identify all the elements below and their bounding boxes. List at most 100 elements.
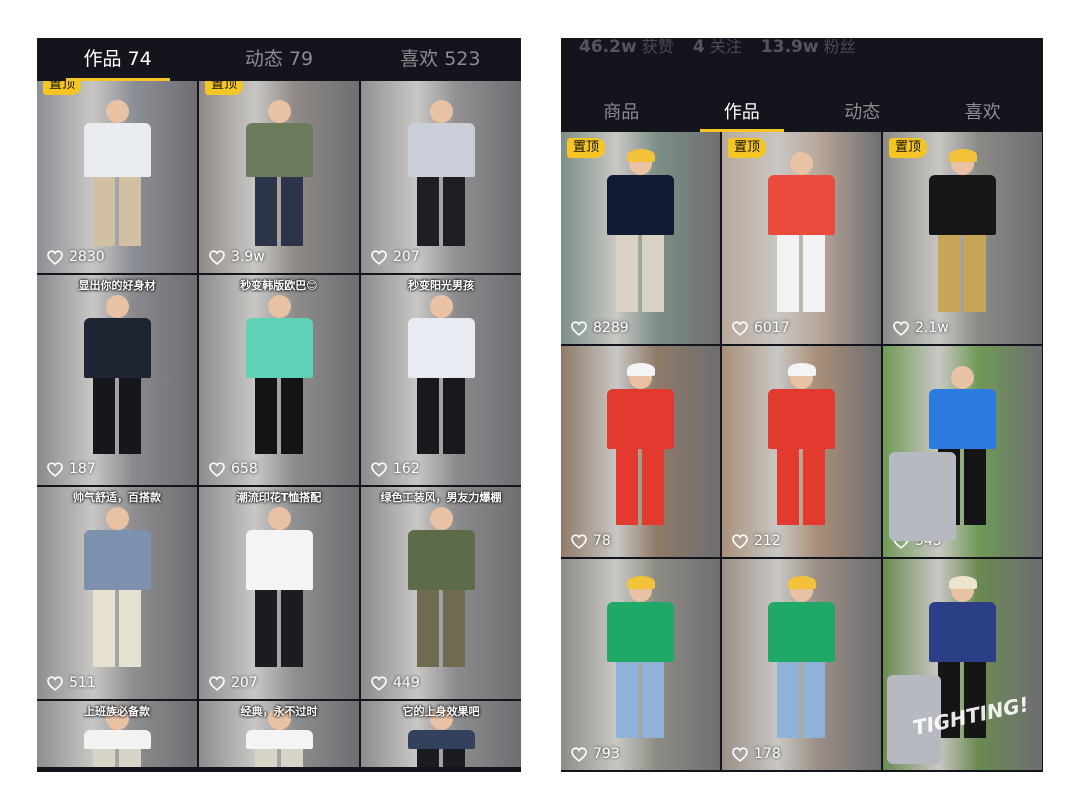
video-thumbnail[interactable]: 345 xyxy=(883,346,1042,557)
like-count: 2830 xyxy=(47,249,105,265)
like-count: 207 xyxy=(371,249,420,265)
person-figure xyxy=(245,288,313,469)
heart-icon xyxy=(371,249,387,265)
like-count: 207 xyxy=(209,675,258,691)
like-count-value: 511 xyxy=(69,675,96,691)
heart-icon xyxy=(209,249,225,265)
heart-icon xyxy=(571,746,587,762)
video-caption: 显出你的好身材 xyxy=(78,279,156,292)
video-thumbnail[interactable]: 秒变阳光男孩 162 xyxy=(361,275,521,485)
tab-activity[interactable]: 动态 xyxy=(802,95,923,132)
video-thumbnail[interactable]: 帅气舒适，百搭款 511 xyxy=(37,487,197,699)
heart-icon xyxy=(893,320,909,336)
like-count: 8289 xyxy=(571,320,629,336)
like-count: 449 xyxy=(371,675,420,691)
person-figure xyxy=(607,572,674,753)
right-tab-bar: 商品 作品 动态 喜欢 xyxy=(561,95,1043,132)
tab-likes[interactable]: 喜欢 xyxy=(923,95,1044,132)
stat-followers[interactable]: 13.9w 粉丝 xyxy=(761,38,856,56)
like-count-value: 187 xyxy=(69,461,96,477)
pinned-badge: 置顶 xyxy=(889,138,928,158)
video-thumbnail[interactable]: 置顶 8289 xyxy=(561,132,720,344)
video-thumbnail[interactable]: 207 xyxy=(361,81,521,273)
heart-icon xyxy=(371,461,387,477)
heart-icon xyxy=(47,675,63,691)
like-count-value: 6017 xyxy=(754,320,790,336)
like-count-value: 212 xyxy=(754,533,781,549)
video-thumbnail[interactable]: 置顶 6017 xyxy=(722,132,881,344)
heart-icon xyxy=(732,746,748,762)
video-thumbnail[interactable]: 置顶 2830 xyxy=(37,81,197,273)
like-count-value: 793 xyxy=(593,746,620,762)
heart-icon xyxy=(47,249,63,265)
like-count-value: 449 xyxy=(393,675,420,691)
tab-likes[interactable]: 喜欢 523 xyxy=(360,38,521,81)
like-count-value: 207 xyxy=(393,249,420,265)
video-thumbnail[interactable]: 秒变韩版欧巴😊 658 xyxy=(199,275,359,485)
person-figure xyxy=(245,93,313,258)
video-caption: 秒变阳光男孩 xyxy=(408,279,474,292)
video-thumbnail[interactable]: 绿色工装风，男友力爆棚 449 xyxy=(361,487,521,699)
like-count: 3.9w xyxy=(209,249,265,265)
person-figure xyxy=(83,93,151,258)
like-count: 511 xyxy=(47,675,96,691)
like-count-value: 8289 xyxy=(593,320,629,336)
video-thumbnail[interactable]: 潮流印花T恤搭配 207 xyxy=(199,487,359,699)
like-count: 793 xyxy=(571,746,620,762)
video-thumbnail[interactable]: 212 xyxy=(722,346,881,557)
like-count: 2.1w xyxy=(893,320,949,336)
video-caption: 经典，永不过时 xyxy=(240,705,318,718)
heart-icon xyxy=(209,461,225,477)
tab-works[interactable]: 作品 xyxy=(682,95,803,132)
video-thumbnail[interactable]: 上班族必备款 xyxy=(37,701,197,767)
right-profile-panel: 46.2w 获赞 4 关注 13.9w 粉丝 商品 作品 动态 喜欢 置顶 828… xyxy=(561,38,1043,772)
person-figure xyxy=(768,572,835,753)
video-thumbnail[interactable]: 置顶 2.1w xyxy=(883,132,1042,344)
like-count: 178 xyxy=(732,746,781,762)
person-figure xyxy=(83,288,151,469)
like-count-value: 162 xyxy=(393,461,420,477)
like-count-value: 178 xyxy=(754,746,781,762)
suitcase xyxy=(889,452,956,541)
person-figure xyxy=(407,500,475,682)
video-thumbnail[interactable]: 78 xyxy=(561,346,720,557)
like-count-value: 3.9w xyxy=(231,249,265,265)
person-figure xyxy=(929,145,996,327)
video-thumbnail[interactable]: 793 xyxy=(561,559,720,770)
heart-icon xyxy=(732,533,748,549)
heart-icon xyxy=(571,533,587,549)
video-thumbnail[interactable]: 经典，永不过时 xyxy=(199,701,359,767)
like-count-value: 207 xyxy=(231,675,258,691)
profile-stats: 46.2w 获赞 4 关注 13.9w 粉丝 xyxy=(579,38,870,58)
person-figure xyxy=(407,288,475,469)
left-profile-panel: 作品 74 动态 79 喜欢 523 置顶 2830 置顶 3.9w 207 显出你的好身… xyxy=(37,38,521,772)
video-thumbnail[interactable]: 显出你的好身材 187 xyxy=(37,275,197,485)
like-count: 162 xyxy=(371,461,420,477)
person-figure xyxy=(407,93,475,258)
heart-icon xyxy=(47,461,63,477)
tab-activity[interactable]: 动态 79 xyxy=(198,38,359,81)
person-figure xyxy=(83,500,151,682)
heart-icon xyxy=(371,675,387,691)
stat-following[interactable]: 4 关注 xyxy=(693,38,742,56)
tab-products[interactable]: 商品 xyxy=(561,95,682,132)
pinned-badge: 置顶 xyxy=(43,81,82,95)
tab-works[interactable]: 作品 74 xyxy=(37,38,198,81)
like-count-value: 658 xyxy=(231,461,258,477)
video-thumbnail[interactable]: 它的上身效果吧 xyxy=(361,701,521,767)
left-tab-bar: 作品 74 动态 79 喜欢 523 xyxy=(37,38,521,81)
video-thumbnail[interactable]: 置顶 3.9w xyxy=(199,81,359,273)
person-figure xyxy=(768,145,835,327)
video-caption: 帅气舒适，百搭款 xyxy=(73,491,161,504)
video-thumbnail[interactable]: 161TIGHTING! xyxy=(883,559,1042,770)
video-thumbnail[interactable]: 178 xyxy=(722,559,881,770)
video-caption: 绿色工装风，男友力爆棚 xyxy=(380,491,502,504)
like-count: 78 xyxy=(571,533,611,549)
pinned-badge: 置顶 xyxy=(567,138,606,158)
like-count: 212 xyxy=(732,533,781,549)
person-figure xyxy=(245,500,313,682)
pinned-badge: 置顶 xyxy=(205,81,244,95)
video-caption: 潮流印花T恤搭配 xyxy=(236,491,322,504)
person-figure xyxy=(607,359,674,540)
like-count-value: 78 xyxy=(593,533,611,549)
